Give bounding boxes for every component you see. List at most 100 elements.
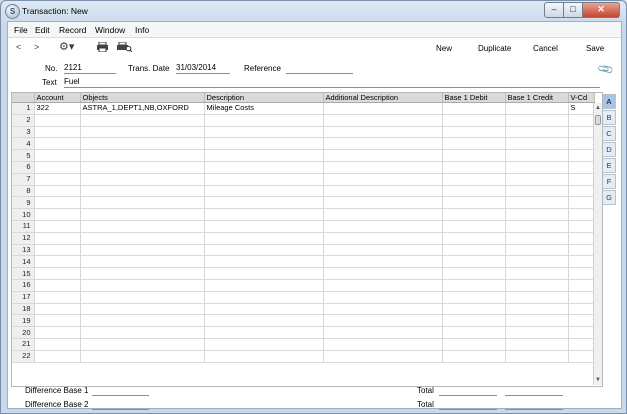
table-cell[interactable] <box>568 137 595 151</box>
table-cell[interactable] <box>505 267 569 280</box>
menu-file[interactable]: File <box>14 25 28 35</box>
table-cell[interactable] <box>34 173 81 186</box>
table-cell[interactable] <box>204 244 324 257</box>
table-cell[interactable] <box>505 232 569 245</box>
table-cell[interactable] <box>568 114 595 127</box>
table-cell[interactable] <box>442 350 506 363</box>
table-row[interactable]: 12 <box>12 232 595 245</box>
table-cell[interactable] <box>34 196 81 210</box>
column-header-vcd[interactable]: V-Cd <box>568 93 595 103</box>
table-cell[interactable] <box>442 185 506 198</box>
table-cell[interactable] <box>204 255 324 269</box>
table-cell[interactable] <box>80 279 205 292</box>
table-cell[interactable] <box>505 326 569 339</box>
table-cell[interactable] <box>323 102 443 115</box>
table-cell[interactable] <box>442 173 506 186</box>
scroll-down-icon[interactable]: ▼ <box>594 376 602 384</box>
table-cell[interactable] <box>442 338 506 351</box>
scroll-thumb[interactable] <box>595 115 601 125</box>
table-cell[interactable] <box>204 220 324 233</box>
table-cell[interactable] <box>323 279 443 292</box>
table-cell[interactable] <box>323 326 443 339</box>
table-cell[interactable] <box>34 279 81 292</box>
table-cell[interactable] <box>80 244 205 257</box>
menu-window[interactable]: Window <box>95 25 125 35</box>
table-cell[interactable]: Mileage Costs <box>204 102 324 115</box>
table-cell[interactable] <box>442 126 506 139</box>
table-cell[interactable] <box>204 196 324 210</box>
tab-a[interactable]: A <box>603 94 616 109</box>
table-cell[interactable] <box>568 232 595 245</box>
table-cell[interactable] <box>34 232 81 245</box>
table-cell[interactable] <box>204 161 324 174</box>
table-cell[interactable] <box>442 279 506 292</box>
table-cell[interactable] <box>568 291 595 304</box>
trans-date-field[interactable]: 31/03/2014 <box>176 63 230 74</box>
table-cell[interactable] <box>505 255 569 269</box>
table-cell[interactable] <box>80 303 205 316</box>
table-cell[interactable] <box>204 126 324 139</box>
tab-g[interactable]: G <box>603 190 616 205</box>
table-cell[interactable] <box>80 149 205 162</box>
column-header-description[interactable]: Description <box>204 93 324 103</box>
table-cell[interactable] <box>442 196 506 210</box>
table-row[interactable]: 15 <box>12 267 595 280</box>
table-cell[interactable] <box>568 208 595 221</box>
nav-prev-button[interactable]: < <box>16 42 21 52</box>
table-row[interactable]: 5 <box>12 149 595 162</box>
table-cell[interactable] <box>505 338 569 351</box>
table-cell[interactable] <box>568 314 595 328</box>
table-cell[interactable] <box>505 291 569 304</box>
tab-e[interactable]: E <box>603 158 616 173</box>
table-cell[interactable] <box>204 137 324 151</box>
table-cell[interactable] <box>323 114 443 127</box>
table-cell[interactable] <box>80 126 205 139</box>
table-cell[interactable] <box>34 338 81 351</box>
table-cell[interactable] <box>505 244 569 257</box>
attachment-icon[interactable]: 📎 <box>597 60 615 79</box>
table-cell[interactable] <box>323 185 443 198</box>
table-cell[interactable] <box>323 338 443 351</box>
table-cell[interactable] <box>323 149 443 162</box>
table-row[interactable]: 17 <box>12 291 595 304</box>
table-cell[interactable] <box>323 350 443 363</box>
table-cell[interactable] <box>505 114 569 127</box>
table-cell[interactable] <box>323 244 443 257</box>
table-cell[interactable] <box>568 255 595 269</box>
table-cell[interactable] <box>80 350 205 363</box>
text-field[interactable]: Fuel <box>64 77 600 88</box>
table-cell[interactable] <box>505 303 569 316</box>
title-bar[interactable]: S Transaction: New – □ ✕ <box>1 1 626 21</box>
table-cell[interactable] <box>34 326 81 339</box>
table-cell[interactable] <box>442 114 506 127</box>
table-cell[interactable] <box>568 161 595 174</box>
table-cell[interactable] <box>204 173 324 186</box>
table-cell[interactable] <box>442 161 506 174</box>
table-cell[interactable] <box>80 291 205 304</box>
table-cell[interactable] <box>505 137 569 151</box>
table-cell[interactable] <box>323 126 443 139</box>
reference-field[interactable] <box>286 63 353 74</box>
table-cell[interactable] <box>323 173 443 186</box>
table-cell[interactable] <box>204 114 324 127</box>
table-cell[interactable] <box>34 244 81 257</box>
table-cell[interactable] <box>568 244 595 257</box>
table-row[interactable]: 14 <box>12 255 595 269</box>
table-cell[interactable] <box>80 185 205 198</box>
table-cell[interactable] <box>442 303 506 316</box>
table-cell[interactable] <box>204 185 324 198</box>
table-cell[interactable] <box>34 161 81 174</box>
table-cell[interactable] <box>568 149 595 162</box>
table-cell[interactable] <box>505 126 569 139</box>
table-cell[interactable] <box>505 350 569 363</box>
tab-f[interactable]: F <box>603 174 616 189</box>
table-cell[interactable] <box>34 255 81 269</box>
table-cell[interactable] <box>442 232 506 245</box>
table-row[interactable]: 3 <box>12 126 595 139</box>
table-cell[interactable] <box>34 114 81 127</box>
table-cell[interactable]: S <box>568 102 595 115</box>
table-cell[interactable] <box>568 279 595 292</box>
table-cell[interactable] <box>323 220 443 233</box>
table-cell[interactable] <box>80 232 205 245</box>
column-header-objects[interactable]: Objects <box>80 93 205 103</box>
